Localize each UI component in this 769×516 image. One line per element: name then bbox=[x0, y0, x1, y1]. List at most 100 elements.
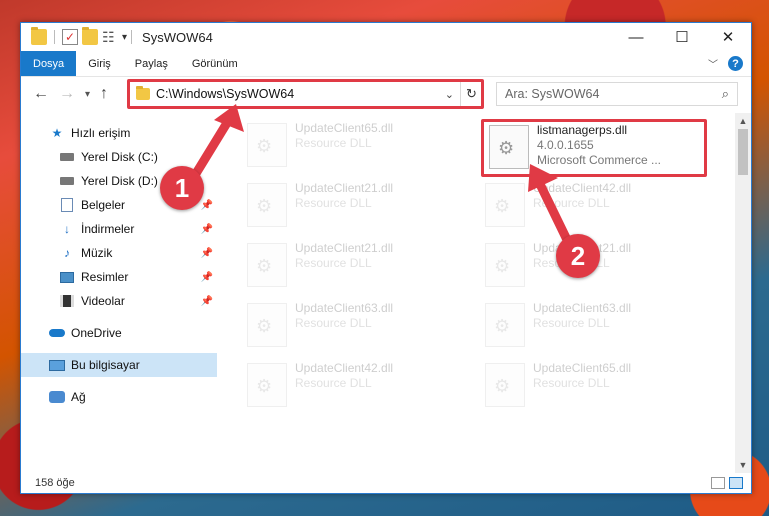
file-type: Resource DLL bbox=[295, 196, 372, 210]
file-type: Resource DLL bbox=[533, 376, 610, 390]
tab-view[interactable]: Görünüm bbox=[180, 51, 250, 76]
pin-icon[interactable]: 📌 bbox=[201, 272, 213, 283]
file-list: UpdateClient65.dllResource DLL listmanag… bbox=[217, 113, 751, 473]
properties-check-icon[interactable]: ✓ bbox=[62, 29, 78, 45]
sidebar-item-label: Videolar bbox=[81, 294, 125, 308]
folder-icon bbox=[31, 27, 47, 45]
sidebar-item-music[interactable]: ♪ Müzik 📌 bbox=[21, 241, 217, 265]
address-highlight-box bbox=[127, 79, 484, 109]
scroll-down-icon[interactable]: ▼ bbox=[735, 457, 751, 473]
sidebar-item-network[interactable]: Ağ bbox=[21, 385, 217, 409]
main-content: ★ Hızlı erişim Yerel Disk (C:) Yerel Dis… bbox=[21, 113, 751, 473]
customize-icon[interactable]: ☷ bbox=[102, 29, 118, 45]
navigation-row: ← → ▾ ↑ C:\Windows\SysWOW64 ⌄ ↻ ⌕ bbox=[21, 77, 751, 111]
search-input[interactable] bbox=[505, 87, 722, 101]
sidebar-item-label: Belgeler bbox=[81, 198, 126, 212]
sidebar-item-videos[interactable]: Videolar 📌 bbox=[21, 289, 217, 313]
computer-icon bbox=[49, 357, 65, 373]
back-arrow-icon[interactable]: ← bbox=[33, 85, 49, 103]
pin-icon[interactable]: 📌 bbox=[201, 224, 213, 235]
step-2-badge: 2 bbox=[556, 234, 600, 278]
scroll-up-icon[interactable]: ▲ bbox=[735, 113, 751, 129]
dll-file-icon bbox=[247, 123, 287, 167]
downloads-icon: ↓ bbox=[64, 222, 70, 236]
sidebar-item-quick-access[interactable]: ★ Hızlı erişim bbox=[21, 121, 217, 145]
title-bar: ✓ ☷ ▾ SysWOW64 — ☐ ✕ bbox=[21, 23, 751, 51]
dll-file-icon bbox=[485, 363, 525, 407]
tab-file[interactable]: Dosya bbox=[21, 51, 77, 76]
file-name: UpdateClient42.dll bbox=[533, 181, 632, 195]
file-name: UpdateClient63.dll bbox=[295, 301, 394, 315]
sidebar-item-label: Müzik bbox=[81, 246, 113, 260]
help-icon[interactable]: ? bbox=[728, 56, 743, 71]
window-controls: — ☐ ✕ bbox=[613, 23, 751, 51]
sidebar-item-pictures[interactable]: Resimler 📌 bbox=[21, 265, 217, 289]
pin-icon[interactable]: 📌 bbox=[201, 200, 213, 211]
expand-ribbon-chevron-icon[interactable]: ﹀ bbox=[708, 56, 718, 71]
dll-file-icon bbox=[247, 243, 287, 287]
file-item[interactable]: UpdateClient21.dllResource DLL bbox=[241, 239, 471, 297]
close-button[interactable]: ✕ bbox=[705, 23, 751, 51]
sidebar-item-onedrive[interactable]: OneDrive bbox=[21, 321, 217, 345]
sidebar-item-this-pc[interactable]: Bu bilgisayar bbox=[21, 353, 217, 377]
file-type: Resource DLL bbox=[295, 316, 372, 330]
toolbar-divider bbox=[54, 30, 55, 44]
tiles-view-icon[interactable] bbox=[729, 477, 743, 489]
search-box[interactable]: ⌕ bbox=[496, 82, 738, 106]
vertical-scrollbar[interactable]: ▲ ▼ bbox=[735, 113, 751, 473]
pin-icon[interactable]: 📌 bbox=[201, 296, 213, 307]
status-bar: 158 öğe bbox=[21, 473, 751, 493]
sidebar-item-label: Ağ bbox=[71, 390, 86, 404]
recent-locations-chevron-icon[interactable]: ▾ bbox=[85, 89, 90, 100]
maximize-button[interactable]: ☐ bbox=[659, 23, 705, 51]
sidebar-item-downloads[interactable]: ↓ İndirmeler 📌 bbox=[21, 217, 217, 241]
details-view-icon[interactable] bbox=[711, 477, 725, 489]
sidebar-item-local-disk-c[interactable]: Yerel Disk (C:) bbox=[21, 145, 217, 169]
sidebar-item-label: Yerel Disk (C:) bbox=[81, 150, 158, 164]
file-type: Resource DLL bbox=[533, 196, 610, 210]
item-count: 158 öğe bbox=[35, 477, 75, 489]
title-divider bbox=[131, 30, 133, 44]
file-item[interactable]: UpdateClient42.dllResource DLL bbox=[241, 359, 471, 417]
disk-icon bbox=[59, 149, 75, 165]
file-item[interactable]: UpdateClient65.dllResource DLL bbox=[479, 359, 709, 417]
cloud-icon bbox=[49, 325, 65, 341]
pin-icon[interactable]: 📌 bbox=[201, 248, 213, 259]
ribbon-right-controls: ﹀ ? bbox=[708, 56, 743, 71]
dll-file-icon bbox=[247, 363, 287, 407]
dll-file-icon bbox=[485, 243, 525, 287]
sidebar-item-label: Hızlı erişim bbox=[71, 126, 131, 140]
customize-dropdown-icon[interactable]: ▾ bbox=[122, 32, 127, 43]
file-name: UpdateClient21.dll bbox=[295, 241, 394, 255]
network-icon bbox=[49, 389, 65, 405]
file-item[interactable]: UpdateClient65.dllResource DLL bbox=[241, 119, 471, 177]
search-icon[interactable]: ⌕ bbox=[722, 86, 737, 102]
new-folder-icon[interactable] bbox=[82, 27, 98, 45]
file-name: UpdateClient65.dll bbox=[533, 361, 632, 375]
tab-share[interactable]: Paylaş bbox=[123, 51, 180, 76]
file-name: UpdateClient21.dll bbox=[295, 181, 394, 195]
minimize-button[interactable]: — bbox=[613, 23, 659, 51]
tab-home[interactable]: Giriş bbox=[76, 51, 123, 76]
music-icon: ♪ bbox=[64, 246, 70, 260]
file-type: Resource DLL bbox=[533, 316, 610, 330]
documents-icon bbox=[59, 197, 75, 213]
file-type: Resource DLL bbox=[295, 376, 372, 390]
nav-buttons: ← → ▾ ↑ bbox=[21, 85, 129, 103]
dll-file-icon bbox=[485, 303, 525, 347]
star-icon: ★ bbox=[51, 126, 63, 140]
up-arrow-icon[interactable]: ↑ bbox=[100, 85, 108, 103]
scroll-thumb[interactable] bbox=[738, 129, 748, 175]
file-item[interactable]: UpdateClient42.dllResource DLL bbox=[479, 179, 709, 237]
file-item[interactable]: UpdateClient63.dllResource DLL bbox=[241, 299, 471, 357]
file-item[interactable]: UpdateClient21.dllResource DLL bbox=[241, 179, 471, 237]
file-explorer-window: ✓ ☷ ▾ SysWOW64 — ☐ ✕ Dosya Giriş Paylaş … bbox=[20, 22, 752, 494]
file-item[interactable]: UpdateClient63.dllResource DLL bbox=[479, 299, 709, 357]
ribbon-tabs: Dosya Giriş Paylaş Görünüm ﹀ ? bbox=[21, 51, 751, 77]
file-name: UpdateClient42.dll bbox=[295, 361, 394, 375]
sidebar-item-label: Yerel Disk (D:) bbox=[81, 174, 158, 188]
sidebar-item-label: Bu bilgisayar bbox=[71, 358, 140, 372]
file-type: Resource DLL bbox=[295, 136, 372, 150]
dll-file-icon bbox=[247, 183, 287, 227]
forward-arrow-icon[interactable]: → bbox=[59, 85, 75, 103]
